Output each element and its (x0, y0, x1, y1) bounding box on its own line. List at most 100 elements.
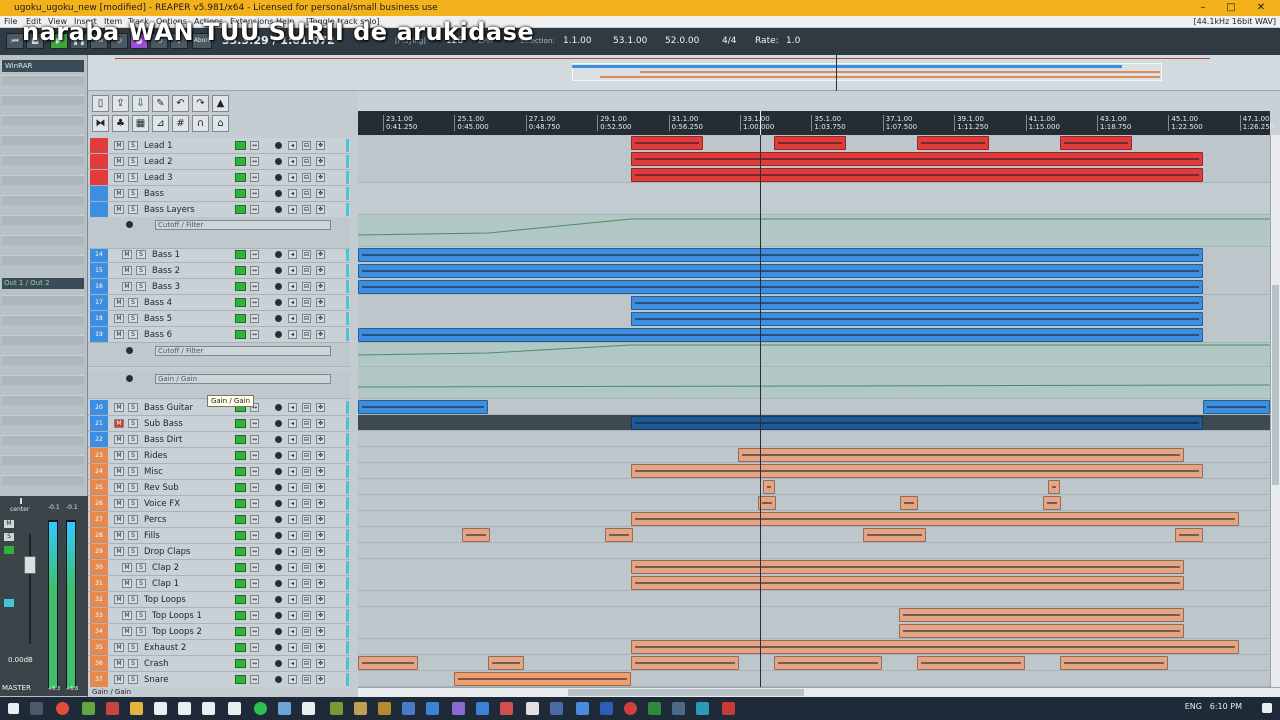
track-fx-button[interactable] (235, 141, 246, 150)
track-mute-button[interactable]: M (114, 189, 124, 198)
track-options-icon[interactable]: ✥ (316, 141, 325, 150)
dock-slot[interactable] (2, 295, 84, 305)
track-solo-button[interactable]: S (136, 266, 146, 275)
phase-icon[interactable]: ◂ (288, 141, 297, 150)
track-number[interactable]: 26 (90, 496, 108, 511)
track-fx-button[interactable] (235, 611, 246, 620)
track-options-icon[interactable]: ✥ (316, 483, 325, 492)
track-mute-button[interactable]: M (114, 483, 124, 492)
item-bass3[interactable] (358, 280, 1203, 294)
track-solo-button[interactable]: S (128, 515, 138, 524)
phase-icon[interactable]: ◂ (288, 531, 297, 540)
notification-icon[interactable] (1262, 703, 1272, 713)
track-mute-button[interactable]: M (114, 141, 124, 150)
track-options-icon[interactable]: ✥ (316, 435, 325, 444)
app-icon[interactable] (278, 702, 291, 715)
folder-icon[interactable] (378, 702, 391, 715)
record-arm-icon[interactable] (275, 612, 282, 619)
track-row[interactable]: 23 M S Rides ↔ ◂ ⊟ ✥ (88, 448, 350, 464)
envelope-lock-icon[interactable]: ⌂ (212, 115, 229, 132)
grid-lines-icon[interactable]: # (172, 115, 189, 132)
track-number[interactable]: 24 (90, 464, 108, 479)
envelope-icon[interactable]: ⊟ (302, 314, 311, 323)
track-fx-button[interactable] (235, 467, 246, 476)
track-row[interactable]: 31 M S Clap 1 ↔ ◂ ⊟ ✥ (88, 576, 350, 592)
track-solo-button[interactable]: S (136, 563, 146, 572)
item-crash-c[interactable] (631, 656, 739, 670)
track-number[interactable]: 21 (90, 416, 108, 431)
pan-knob-icon[interactable] (20, 498, 22, 504)
app-icon[interactable] (526, 702, 539, 715)
track-row[interactable]: M S Bass Layers ↔ ◂ ⊟ ✥ (88, 202, 350, 218)
dock-slot[interactable] (2, 255, 84, 265)
track-fx-button[interactable] (235, 547, 246, 556)
track-name[interactable]: Clap 2 (152, 563, 179, 573)
trim-icon[interactable]: ⧓ (92, 115, 109, 132)
track-io-icon[interactable]: ↔ (250, 675, 259, 684)
track-options-icon[interactable]: ✥ (316, 250, 325, 259)
undo-icon[interactable]: ↶ (172, 95, 189, 112)
track-mute-button[interactable]: M (122, 250, 132, 259)
track-options-icon[interactable]: ✥ (316, 467, 325, 476)
track-mute-button[interactable]: M (114, 595, 124, 604)
track-io-icon[interactable]: ↔ (250, 531, 259, 540)
redo-icon[interactable]: ↷ (192, 95, 209, 112)
mail-icon[interactable] (202, 702, 215, 715)
record-arm-icon[interactable] (275, 516, 282, 523)
app-icon[interactable] (228, 702, 241, 715)
item-top-loops-1[interactable] (899, 608, 1184, 622)
phase-icon[interactable]: ◂ (288, 314, 297, 323)
track-solo-button[interactable]: S (128, 298, 138, 307)
track-io-icon[interactable]: ↔ (250, 627, 259, 636)
track-io-icon[interactable]: ↔ (250, 499, 259, 508)
track-solo-button[interactable]: S (128, 205, 138, 214)
spotify-icon[interactable] (254, 702, 267, 715)
item-crash-a[interactable] (358, 656, 418, 670)
track-number[interactable]: 36 (90, 656, 108, 671)
track-io-icon[interactable]: ↔ (250, 330, 259, 339)
track-options-icon[interactable]: ✥ (316, 330, 325, 339)
record-arm-icon[interactable] (275, 484, 282, 491)
track-name[interactable]: Bass 3 (152, 282, 180, 292)
track-row[interactable]: 16 M S Bass 3 ↔ ◂ ⊟ ✥ (88, 279, 350, 295)
track-options-icon[interactable]: ✥ (316, 298, 325, 307)
track-name[interactable]: Bass Layers (144, 205, 195, 215)
envelope-icon[interactable]: ⊟ (302, 563, 311, 572)
track-fx-button[interactable] (235, 659, 246, 668)
envelope-icon[interactable]: ⊟ (302, 419, 311, 428)
phase-icon[interactable]: ◂ (288, 266, 297, 275)
track-row[interactable]: 30 M S Clap 2 ↔ ◂ ⊟ ✥ (88, 560, 350, 576)
word-icon[interactable] (600, 702, 613, 715)
horizontal-scroll-thumb[interactable] (568, 689, 804, 696)
dock-slot[interactable] (2, 175, 84, 185)
track-mute-button[interactable]: M (114, 157, 124, 166)
phase-icon[interactable]: ◂ (288, 205, 297, 214)
envelope-icon[interactable]: ⊟ (302, 467, 311, 476)
item-fills-d[interactable] (1175, 528, 1203, 542)
record-arm-icon[interactable] (275, 174, 282, 181)
track-mute-button[interactable]: M (114, 675, 124, 684)
track-number[interactable]: 31 (90, 576, 108, 591)
dock-slot[interactable] (2, 75, 84, 85)
track-mute-button[interactable]: M (114, 298, 124, 307)
track-name[interactable]: Top Loops 1 (152, 611, 202, 621)
track-mute-button[interactable]: M (122, 266, 132, 275)
track-options-icon[interactable]: ✥ (316, 531, 325, 540)
track-number[interactable]: 34 (90, 624, 108, 639)
track-name[interactable]: Bass Dirt (144, 435, 182, 445)
item-misc[interactable] (631, 464, 1203, 478)
track-fx-button[interactable] (235, 157, 246, 166)
track-io-icon[interactable]: ↔ (250, 266, 259, 275)
track-mute-button[interactable]: M (114, 547, 124, 556)
track-number[interactable]: 37 (90, 672, 108, 687)
envelope-icon[interactable]: ⊟ (302, 403, 311, 412)
record-arm-icon[interactable] (275, 267, 282, 274)
phase-icon[interactable]: ◂ (288, 563, 297, 572)
track-solo-button[interactable]: S (128, 531, 138, 540)
dock-slot[interactable] (2, 215, 84, 225)
phase-icon[interactable]: ◂ (288, 451, 297, 460)
track-solo-button[interactable]: S (128, 451, 138, 460)
track-name[interactable]: Top Loops (144, 595, 186, 605)
envelope-select-cutoff-2[interactable]: Cutoff / Filter (155, 346, 331, 356)
app-icon[interactable] (476, 702, 489, 715)
